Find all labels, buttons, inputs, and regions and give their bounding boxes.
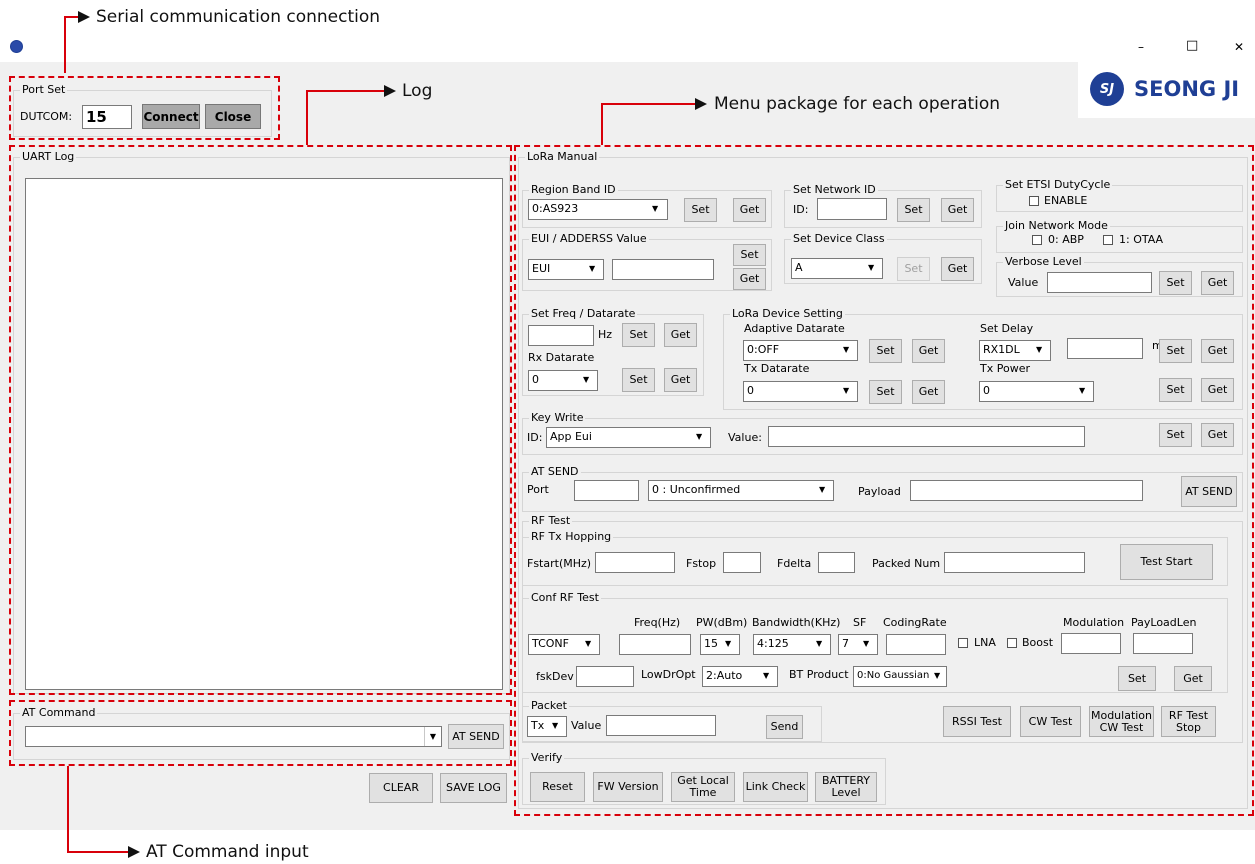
annotation-line (601, 103, 603, 145)
brand-name: SEONG JI (1134, 77, 1240, 101)
close-window-button[interactable]: ✕ (1234, 40, 1244, 54)
save-log-button[interactable]: SAVE LOG (440, 773, 507, 803)
arrow-icon (78, 11, 90, 23)
app-logo-icon (10, 40, 23, 53)
annotation-line (64, 16, 66, 73)
clear-log-button[interactable]: CLEAR (369, 773, 433, 803)
arrow-icon (384, 85, 396, 97)
annotation-serial: Serial communication connection (96, 7, 381, 27)
minimize-button[interactable]: – (1138, 40, 1144, 54)
annotation-line (306, 90, 386, 92)
highlight-log (9, 145, 512, 695)
highlight-port-set (9, 76, 280, 140)
maximize-button[interactable]: □ (1186, 38, 1198, 53)
annotation-line (306, 90, 308, 145)
brand-logo: SJ SEONG JI (1078, 62, 1255, 118)
arrow-icon (128, 846, 140, 858)
arrow-icon (695, 98, 707, 110)
annotation-line (601, 103, 697, 105)
highlight-at-command (9, 700, 512, 766)
annotation-line (67, 851, 129, 853)
highlight-menu (514, 145, 1254, 816)
brand-mark-icon: SJ (1090, 72, 1124, 106)
annotation-menu: Menu package for each operation (714, 94, 1001, 114)
annotation-at-input: AT Command input (146, 842, 309, 862)
annotation-line (67, 766, 69, 852)
annotation-log: Log (402, 81, 433, 101)
